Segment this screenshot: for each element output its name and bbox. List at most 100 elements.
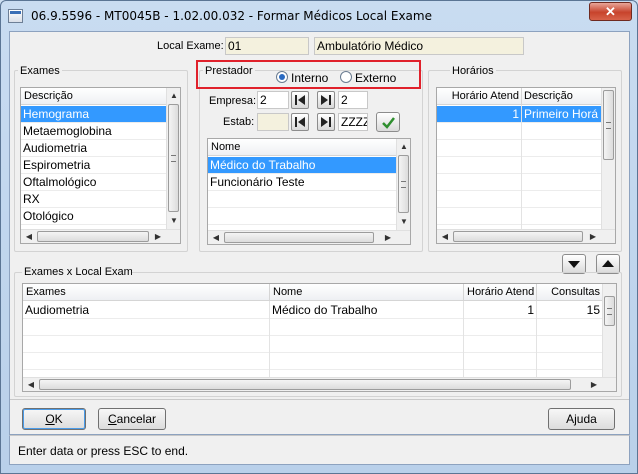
local-exame-group-title: Exames x Local Exame <box>22 266 132 278</box>
grid-empty-row <box>23 353 602 370</box>
status-bar: Enter data or press ESC to end. <box>9 435 630 465</box>
scroll-thumb[interactable] <box>603 90 614 160</box>
scroll-thumb[interactable] <box>453 231 583 242</box>
column-divider <box>521 105 522 229</box>
column-divider <box>269 301 270 377</box>
horarios-column-horario[interactable]: Horário Atend <box>437 88 521 105</box>
prestador-column-header[interactable]: Nome <box>208 139 397 156</box>
prestador-vertical-scrollbar[interactable]: ▲ ▼ <box>396 139 410 230</box>
move-up-button[interactable] <box>596 254 620 274</box>
local-exame-description-field[interactable]: Ambulatório Médico <box>314 37 524 55</box>
estab-to-field[interactable]: ZZZZ <box>338 113 368 131</box>
horarios-cell-descricao[interactable]: Primeiro Horá <box>521 106 603 123</box>
horarios-grid[interactable]: Horário Atend Descrição 1 Primeiro Horá … <box>436 87 616 244</box>
form-body: Local Exame: 01 Ambulatório Médico Exame… <box>9 31 630 435</box>
prestador-horizontal-scrollbar[interactable]: ◀ ▶ <box>208 230 410 244</box>
title-bar[interactable]: 06.9.5596 - MT0045B - 1.02.00.032 - Form… <box>1 1 637 31</box>
prestador-list-item[interactable]: Funcionário Teste <box>208 174 396 191</box>
prestador-list[interactable]: Nome Médico do Trabalho Funcionário Test… <box>207 138 411 245</box>
horarios-vertical-scrollbar[interactable] <box>601 88 615 229</box>
exames-column-header[interactable]: Descrição <box>21 88 168 105</box>
grid-column-nome[interactable]: Nome <box>269 284 463 301</box>
exames-list[interactable]: Descrição Hemograma Metaemoglobina Audio… <box>20 87 181 244</box>
exames-list-item[interactable]: Hemograma <box>21 106 166 123</box>
cancelar-mnemonic: C <box>107 412 117 426</box>
exames-group-title: Exames <box>18 65 62 77</box>
horarios-empty-row <box>437 123 603 140</box>
empresa-first-button[interactable] <box>291 91 309 109</box>
prestador-list-item[interactable]: Médico do Trabalho <box>208 157 396 174</box>
confirm-filter-button[interactable] <box>376 112 400 132</box>
horarios-empty-row <box>437 140 603 157</box>
scroll-left-icon[interactable]: ◀ <box>25 379 37 391</box>
grid-cell-consultas[interactable]: 15 <box>536 302 602 319</box>
checkmark-icon <box>382 117 395 129</box>
close-button[interactable]: ✕ <box>589 2 632 21</box>
last-record-icon <box>321 117 331 127</box>
scroll-left-icon[interactable]: ◀ <box>23 231 35 243</box>
horarios-column-descricao[interactable]: Descrição <box>521 88 603 105</box>
exames-vertical-scrollbar[interactable]: ▲ ▼ <box>166 88 180 229</box>
horarios-group-title: Horários <box>450 65 496 77</box>
exames-list-item[interactable]: Audiometria <box>21 140 166 157</box>
estab-last-button[interactable] <box>317 113 335 131</box>
scroll-thumb[interactable] <box>39 379 571 390</box>
empresa-label: Empresa: <box>209 95 257 107</box>
grid-empty-row <box>23 336 602 353</box>
scroll-thumb[interactable] <box>398 155 409 213</box>
local-exame-code-field[interactable]: 01 <box>225 37 309 55</box>
grid-column-consultas[interactable]: Consultas <box>536 284 602 301</box>
scroll-thumb[interactable] <box>224 232 374 243</box>
move-down-button[interactable] <box>562 254 586 274</box>
first-record-icon <box>295 95 305 105</box>
local-exame-grid[interactable]: Exames Nome Horário Atend Consultas Audi… <box>22 283 617 392</box>
scroll-right-icon[interactable]: ▶ <box>382 232 394 244</box>
column-divider <box>536 301 537 377</box>
scroll-right-icon[interactable]: ▶ <box>152 231 164 243</box>
cancelar-button[interactable]: Cancelar <box>98 408 166 430</box>
exames-list-item[interactable]: Oftalmológico <box>21 174 166 191</box>
grid-column-horario[interactable]: Horário Atend <box>463 284 536 301</box>
grid-cell-exame[interactable]: Audiometria <box>23 302 269 319</box>
horarios-empty-row <box>437 157 603 174</box>
scroll-down-icon[interactable]: ▼ <box>168 215 180 227</box>
scroll-thumb[interactable] <box>37 231 149 242</box>
application-window: 06.9.5596 - MT0045B - 1.02.00.032 - Form… <box>0 0 638 474</box>
exames-list-item[interactable]: Otológico <box>21 208 166 225</box>
last-record-icon <box>321 95 331 105</box>
first-record-icon <box>295 117 305 127</box>
scroll-up-icon[interactable]: ▲ <box>398 141 410 153</box>
grid-column-exames[interactable]: Exames <box>23 284 269 301</box>
exames-list-item[interactable]: Metaemoglobina <box>21 123 166 140</box>
estab-first-button[interactable] <box>291 113 309 131</box>
exames-horizontal-scrollbar[interactable]: ◀ ▶ <box>21 229 180 243</box>
grid-cell-horario[interactable]: 1 <box>463 302 536 319</box>
scroll-up-icon[interactable]: ▲ <box>168 90 180 102</box>
separator <box>10 399 629 400</box>
local-exame-label: Local Exame: <box>157 40 224 52</box>
status-text: Enter data or press ESC to end. <box>18 444 189 458</box>
prestador-list-item <box>208 191 396 208</box>
scroll-right-icon[interactable]: ▶ <box>587 231 599 243</box>
ajuda-button[interactable]: Ajuda <box>548 408 615 430</box>
scroll-left-icon[interactable]: ◀ <box>210 232 222 244</box>
empresa-from-field[interactable]: 2 <box>257 91 289 109</box>
horarios-cell-horario[interactable]: 1 <box>437 106 521 123</box>
cancelar-label-rest: ancelar <box>116 412 157 426</box>
scroll-thumb[interactable] <box>168 104 179 212</box>
empresa-last-button[interactable] <box>317 91 335 109</box>
grid-cell-nome[interactable]: Médico do Trabalho <box>269 302 463 319</box>
exames-list-item[interactable]: Espirometria <box>21 157 166 174</box>
scroll-thumb[interactable] <box>604 296 615 326</box>
ok-button[interactable]: OK <box>22 408 86 430</box>
scroll-right-icon[interactable]: ▶ <box>588 379 600 391</box>
grid-vertical-scrollbar[interactable] <box>602 284 616 377</box>
scroll-left-icon[interactable]: ◀ <box>439 231 451 243</box>
scroll-down-icon[interactable]: ▼ <box>398 216 410 228</box>
empresa-to-field[interactable]: 2 <box>338 91 368 109</box>
ok-label-rest: K <box>54 412 63 426</box>
grid-horizontal-scrollbar[interactable]: ◀ ▶ <box>23 377 616 391</box>
horarios-horizontal-scrollbar[interactable]: ◀ ▶ <box>437 229 615 243</box>
exames-list-item[interactable]: RX <box>21 191 166 208</box>
estab-from-field[interactable] <box>257 113 289 131</box>
